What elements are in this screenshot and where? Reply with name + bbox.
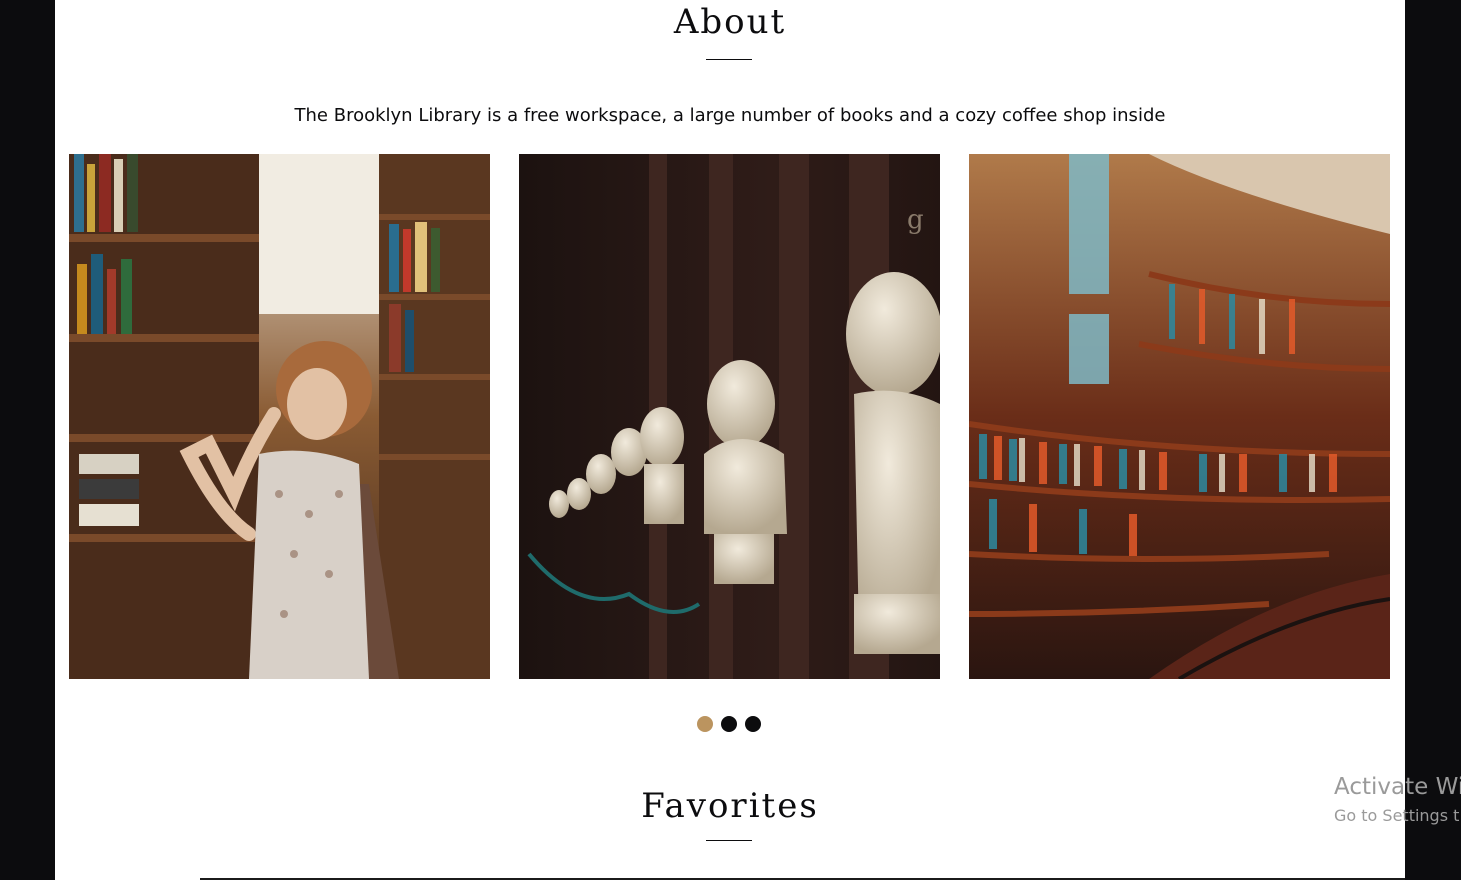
- about-title-underline: [706, 59, 752, 60]
- activation-watermark: Activate Wi Go to Settings t: [1334, 774, 1461, 825]
- page: About The Brooklyn Library is a free wor…: [55, 0, 1405, 880]
- watermark-title: Activate Wi: [1334, 774, 1461, 800]
- svg-text:g: g: [907, 205, 924, 235]
- carousel-photo-shelves: [969, 154, 1390, 679]
- carousel-dot-1[interactable]: [697, 716, 713, 732]
- about-description: The Brooklyn Library is a free workspace…: [294, 105, 1166, 126]
- carousel-dot-2[interactable]: [721, 716, 737, 732]
- carousel-dot-3[interactable]: [745, 716, 761, 732]
- about-title: About: [673, 2, 787, 42]
- favorites-title: Favorites: [641, 786, 819, 826]
- carousel-photo-reader: [69, 154, 490, 679]
- carousel-pagination: [697, 716, 761, 732]
- watermark-subtitle: Go to Settings t: [1334, 806, 1460, 825]
- carousel-photo-busts: g: [519, 154, 940, 679]
- favorites-title-underline: [706, 840, 752, 841]
